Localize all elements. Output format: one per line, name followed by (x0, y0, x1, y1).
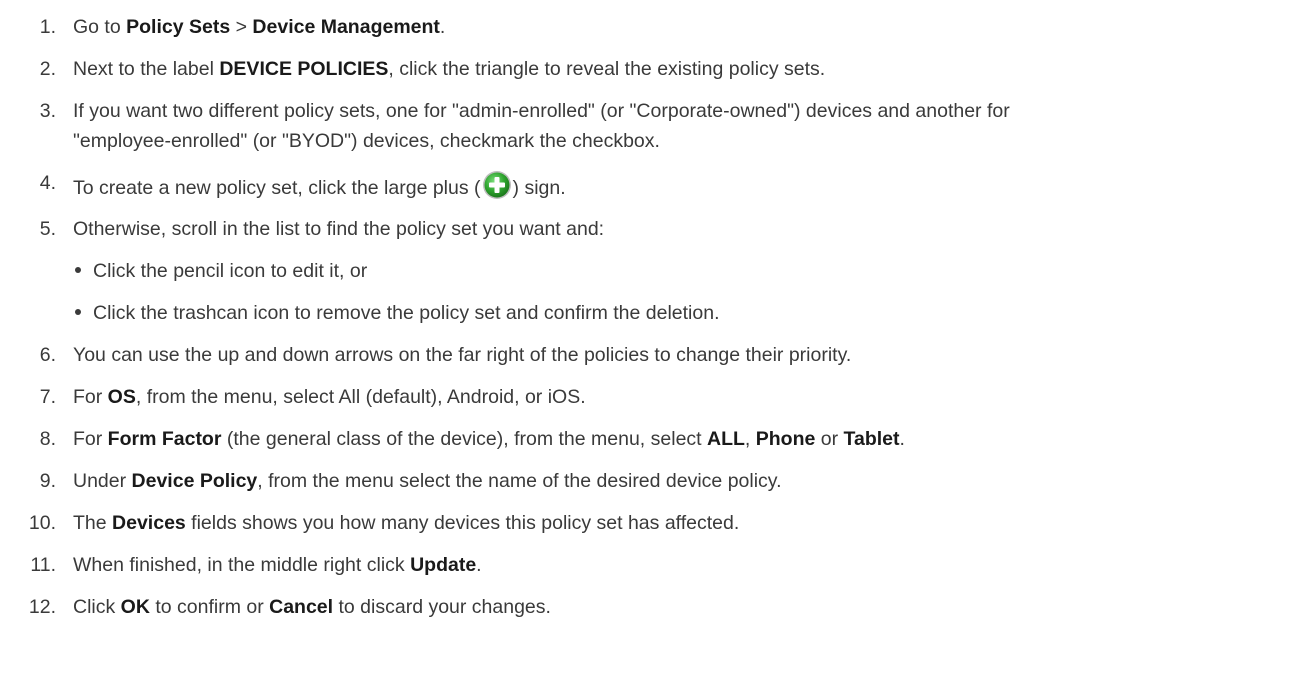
plus-circle-icon (482, 171, 511, 199)
step-text: When finished, in the middle right click… (73, 554, 482, 576)
step-text-line-1: If you want two different policy sets, o… (73, 100, 1010, 122)
step-text: For OS, from the menu, select All (defau… (73, 386, 586, 408)
step-number: 4. (39, 172, 56, 194)
step-text: The Devices fields shows you how many de… (73, 512, 740, 534)
step-number: 11. (30, 554, 56, 576)
step-number: 7. (39, 386, 56, 408)
step-number: 3. (39, 100, 56, 122)
step-text: Go to Policy Sets > Device Management. (73, 16, 446, 38)
step-text: Click OK to confirm or Cancel to discard… (73, 596, 551, 618)
step-text-line-2: "employee-enrolled" (or "BYOD") devices,… (73, 130, 660, 152)
sub-list-item: Click the pencil icon to edit it, or (73, 258, 367, 284)
step-text: Next to the label DEVICE POLICIES, click… (73, 58, 826, 80)
step-text: Otherwise, scroll in the list to find th… (73, 218, 605, 240)
step-text: You can use the up and down arrows on th… (73, 344, 852, 366)
step-number: 9. (39, 470, 56, 492)
step-number: 12. (28, 596, 56, 618)
step-text: To create a new policy set, click the la… (73, 170, 1283, 201)
step-number: 10. (28, 512, 56, 534)
step-number: 5. (39, 218, 56, 240)
bullet-icon (75, 267, 81, 274)
step-number: 1. (39, 16, 56, 38)
step-number: 6. (39, 344, 56, 366)
step-number: 8. (39, 428, 56, 450)
sub-list-item: Click the trashcan icon to remove the po… (73, 300, 720, 326)
step-text: For Form Factor (the general class of th… (73, 428, 905, 450)
step-text: Under Device Policy, from the menu selec… (73, 470, 782, 492)
step-number: 2. (39, 58, 56, 80)
bullet-icon (75, 309, 81, 316)
